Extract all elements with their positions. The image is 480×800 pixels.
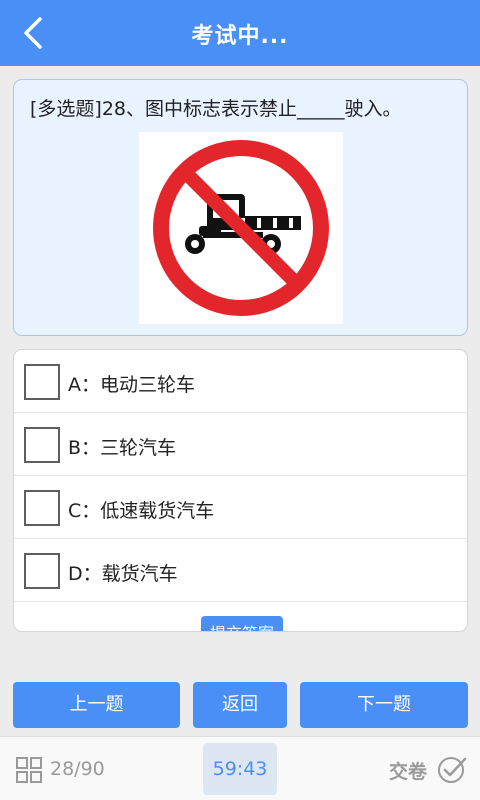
no-tricycle-sign-icon <box>153 140 329 316</box>
page-title: 考试中... <box>191 24 289 49</box>
question-card: [多选题]28、图中标志表示禁止_____驶入。 <box>13 79 468 336</box>
footer-bar: 28/90 59:43 交卷 <box>0 736 480 800</box>
next-question-button[interactable]: 下一题 <box>300 682 468 728</box>
options-panel: A：电动三轮车 B：三轮汽车 C：低速载货汽车 D：载货汽车 提交答案 <box>13 349 468 632</box>
option-label: B：三轮汽车 <box>68 437 177 459</box>
question-progress[interactable]: 28/90 <box>50 758 105 780</box>
submit-answer-button[interactable]: 提交答案 <box>201 616 283 631</box>
prev-question-button[interactable]: 上一题 <box>13 682 180 728</box>
option-checkbox[interactable] <box>24 490 60 526</box>
option-label: A：电动三轮车 <box>68 374 195 396</box>
question-image <box>139 132 343 324</box>
option-b[interactable]: B：三轮汽车 <box>14 413 467 476</box>
check-circle-icon[interactable] <box>436 753 468 785</box>
option-label: C：低速载货汽车 <box>68 500 215 522</box>
option-checkbox[interactable] <box>24 364 60 400</box>
option-c[interactable]: C：低速载货汽车 <box>14 476 467 539</box>
header: 考试中... <box>0 0 480 66</box>
exam-timer: 59:43 <box>203 743 277 795</box>
option-checkbox[interactable] <box>24 553 60 589</box>
option-label: D：载货汽车 <box>68 563 178 585</box>
option-a[interactable]: A：电动三轮车 <box>14 350 467 413</box>
submit-exam-button[interactable]: 交卷 <box>389 757 427 784</box>
option-checkbox[interactable] <box>24 427 60 463</box>
back-button[interactable]: 返回 <box>193 682 287 728</box>
option-d[interactable]: D：载货汽车 <box>14 539 467 602</box>
grid-icon[interactable] <box>16 757 42 783</box>
question-text: [多选题]28、图中标志表示禁止_____驶入。 <box>30 98 402 120</box>
